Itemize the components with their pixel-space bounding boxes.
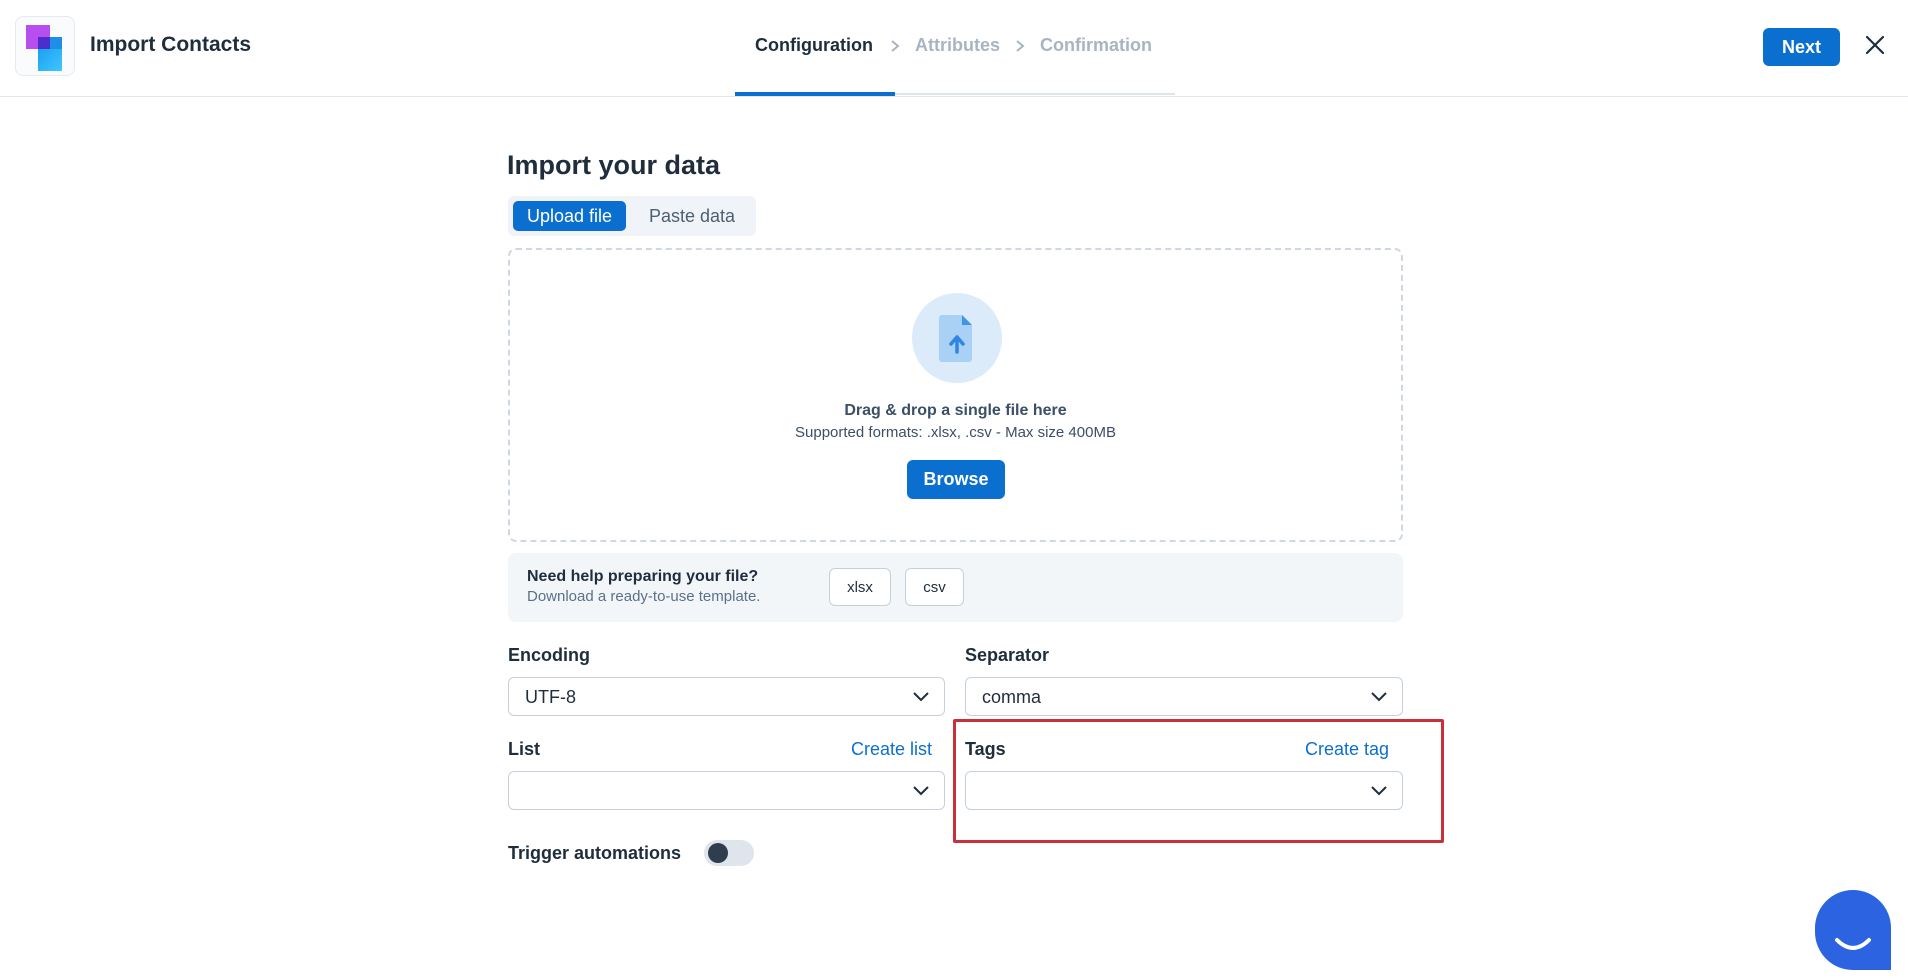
- page-title: Import your data: [507, 150, 721, 180]
- step-progress-track: [895, 93, 1175, 95]
- help-subtitle: Download a ready-to-use template.: [527, 588, 761, 605]
- tab-paste-data[interactable]: Paste data: [634, 201, 750, 231]
- separator-select[interactable]: comma: [965, 677, 1403, 716]
- encoding-label: Encoding: [508, 645, 590, 665]
- chat-smile-icon: [1835, 938, 1871, 950]
- app-title: Import Contacts: [90, 33, 252, 56]
- template-help-box: Need help preparing your file? Download …: [508, 553, 1403, 622]
- tab-upload-file[interactable]: Upload file: [513, 201, 626, 231]
- next-button[interactable]: Next: [1763, 28, 1840, 66]
- list-select[interactable]: [508, 771, 945, 810]
- encoding-value: UTF-8: [525, 687, 576, 707]
- trigger-automations-toggle[interactable]: [704, 840, 754, 866]
- template-xlsx-button[interactable]: xlsx: [829, 568, 891, 606]
- chevron-down-icon: [913, 786, 929, 796]
- help-title: Need help preparing your file?: [527, 568, 759, 585]
- dropzone-title: Drag & drop a single file here: [844, 402, 1067, 419]
- upload-file-icon: [912, 293, 1002, 383]
- close-icon[interactable]: [1862, 32, 1888, 58]
- chevron-right-icon: [891, 40, 900, 52]
- file-dropzone[interactable]: Drag & drop a single file here Supported…: [508, 248, 1403, 542]
- browse-button[interactable]: Browse: [907, 460, 1005, 499]
- header-bar: Import Contacts Configuration Attributes…: [0, 0, 1908, 97]
- chevron-down-icon: [1371, 692, 1387, 702]
- trigger-automations-label: Trigger automations: [508, 843, 682, 863]
- step-attributes[interactable]: Attributes: [915, 35, 1000, 56]
- step-confirmation[interactable]: Confirmation: [1040, 35, 1152, 56]
- dropzone-subtitle: Supported formats: .xlsx, .csv - Max siz…: [795, 424, 1116, 441]
- app-logo: [15, 16, 75, 76]
- step-configuration[interactable]: Configuration: [755, 35, 873, 56]
- chevron-down-icon: [913, 692, 929, 702]
- create-list-link[interactable]: Create list: [851, 739, 932, 760]
- separator-value: comma: [982, 687, 1042, 707]
- import-method-tabs: Upload file Paste data: [508, 196, 756, 236]
- separator-label: Separator: [965, 645, 1050, 665]
- list-label: List: [508, 739, 541, 759]
- chevron-right-icon: [1016, 40, 1025, 52]
- toggle-knob: [708, 843, 728, 863]
- encoding-select[interactable]: UTF-8: [508, 677, 945, 716]
- template-csv-button[interactable]: csv: [905, 568, 964, 606]
- tags-highlight-box: [953, 719, 1444, 843]
- step-progress-active: [735, 92, 895, 96]
- chat-widget-button[interactable]: [1815, 890, 1891, 970]
